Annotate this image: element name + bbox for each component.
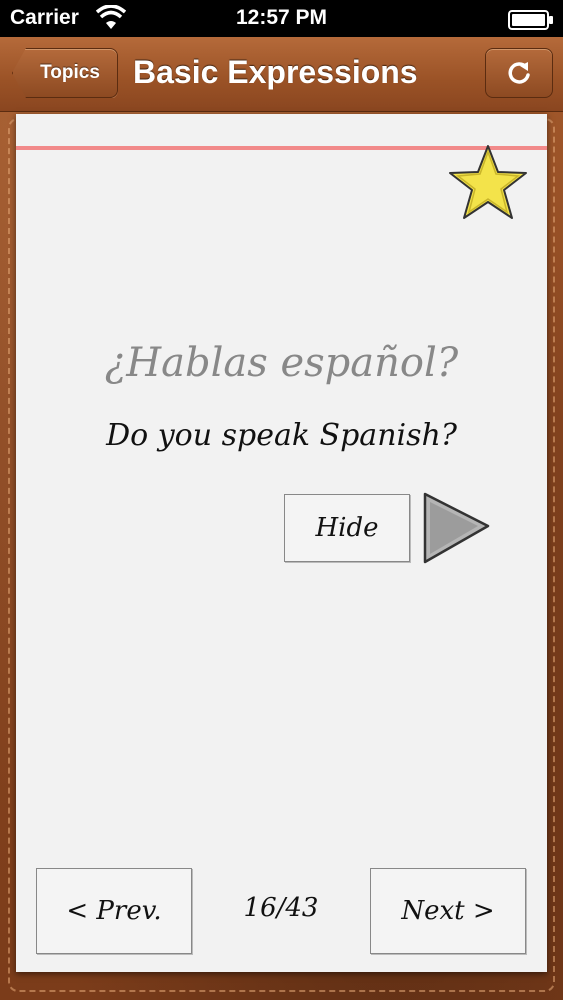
hide-button-label: Hide	[315, 513, 379, 543]
clock: 12:57 PM	[235, 6, 328, 29]
topics-button-label: Topics	[40, 62, 100, 83]
next-button-label: Next >	[401, 896, 495, 926]
spanish-phrase: ¿Hablas español?	[104, 340, 459, 386]
page-title: Basic Expressions	[133, 54, 418, 90]
next-button[interactable]: Next >	[370, 868, 526, 954]
prev-button-label: < Prev.	[66, 896, 162, 926]
battery-icon	[508, 10, 553, 30]
status-bar: Carrier 12:57 PM	[0, 0, 563, 37]
star-icon[interactable]	[448, 142, 528, 222]
prev-button[interactable]: < Prev.	[36, 868, 192, 954]
card-counter: 16/43	[243, 893, 319, 923]
hide-button[interactable]: Hide	[284, 494, 410, 562]
refresh-icon	[508, 62, 530, 84]
topics-back-button[interactable]: Topics	[12, 48, 118, 98]
english-translation: Do you speak Spanish?	[106, 418, 457, 453]
play-icon[interactable]	[420, 490, 492, 566]
refresh-button[interactable]	[485, 48, 553, 98]
